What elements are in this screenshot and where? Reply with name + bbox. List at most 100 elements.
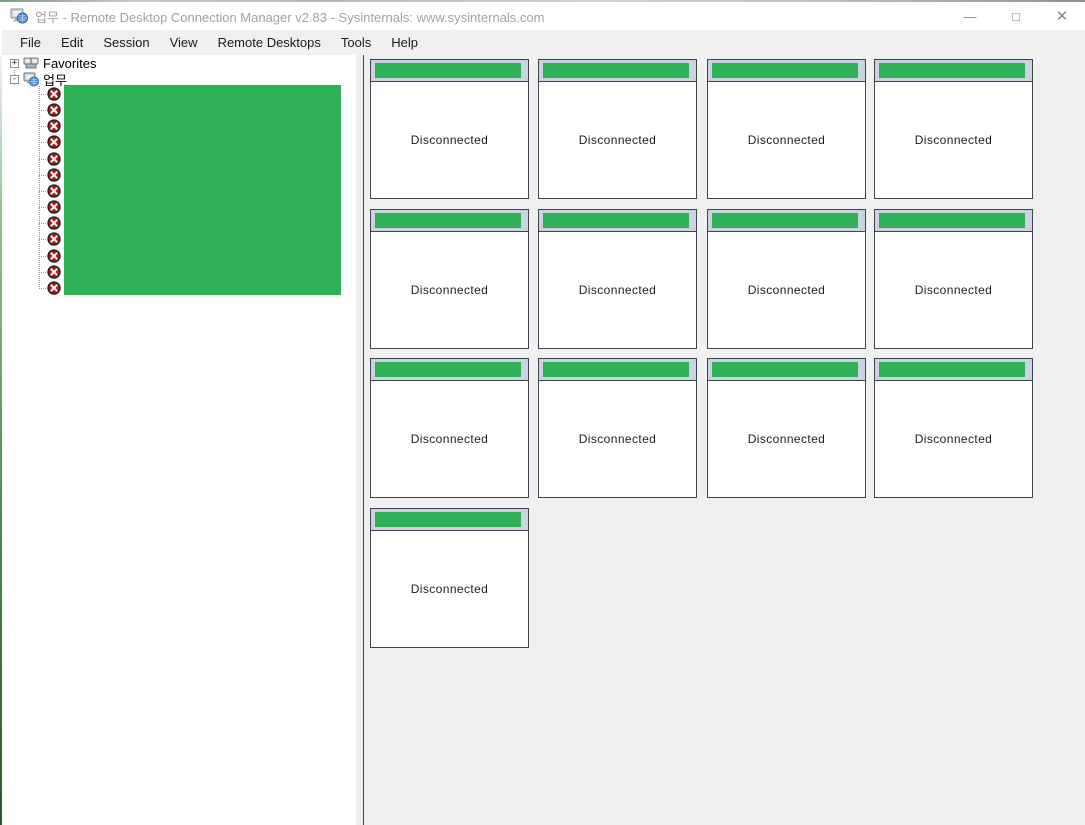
thumbnail-titlebar	[371, 509, 528, 531]
disconnected-x-icon	[47, 281, 61, 295]
redacted-server-title	[879, 63, 1025, 78]
server-thumbnail[interactable]: Disconnected	[874, 59, 1033, 199]
tree-connector	[39, 239, 47, 240]
redacted-server-title	[543, 362, 689, 377]
favorites-group-icon	[23, 56, 39, 71]
tree-connector	[39, 175, 47, 176]
menubar: File Edit Session View Remote Desktops Tools H…	[2, 30, 1085, 55]
thumbnail-body: Disconnected	[371, 381, 528, 497]
server-thumbnail[interactable]: Disconnected	[370, 508, 529, 648]
connection-status-label: Disconnected	[410, 582, 489, 596]
disconnected-x-icon	[47, 200, 61, 214]
thumbnail-body: Disconnected	[371, 232, 528, 348]
disconnected-x-icon	[47, 265, 61, 279]
connection-status-label: Disconnected	[410, 283, 489, 297]
menu-edit[interactable]: Edit	[51, 32, 93, 53]
content-area: + Favorites - 업무 Disconnected Disconnect…	[0, 55, 1085, 825]
server-group-icon	[23, 72, 39, 87]
tree-label-favorites: Favorites	[43, 55, 97, 71]
menu-tools[interactable]: Tools	[331, 32, 381, 53]
server-tree-panel: + Favorites - 업무	[2, 55, 356, 825]
server-thumbnail[interactable]: Disconnected	[370, 209, 529, 349]
tree-connector	[39, 159, 47, 160]
menu-view[interactable]: View	[160, 32, 208, 53]
tree-connector	[39, 126, 47, 127]
redacted-server-title	[543, 63, 689, 78]
thumbnail-body: Disconnected	[539, 381, 696, 497]
minimize-button[interactable]: —	[947, 2, 993, 30]
connection-status-label: Disconnected	[578, 283, 657, 297]
redacted-server-title	[375, 362, 521, 377]
thumbnail-titlebar	[875, 359, 1032, 381]
thumbnail-body: Disconnected	[708, 82, 865, 198]
menu-session[interactable]: Session	[93, 32, 159, 53]
server-thumbnail[interactable]: Disconnected	[707, 209, 866, 349]
redacted-server-names	[64, 85, 341, 295]
tree-connector	[39, 272, 47, 273]
connection-status-label: Disconnected	[578, 133, 657, 147]
redacted-server-title	[375, 213, 521, 228]
disconnected-x-icon	[47, 168, 61, 182]
maximize-button[interactable]: □	[993, 2, 1039, 30]
splitter[interactable]	[356, 55, 363, 825]
thumbnail-body: Disconnected	[875, 82, 1032, 198]
app-icon	[10, 8, 28, 24]
thumbnail-titlebar	[371, 210, 528, 232]
disconnected-x-icon	[47, 103, 61, 117]
thumbnail-titlebar	[708, 60, 865, 82]
tree-item-group[interactable]: - 업무	[10, 71, 67, 88]
disconnected-x-icon	[47, 184, 61, 198]
tree-connector	[39, 94, 47, 95]
thumbnail-titlebar	[371, 60, 528, 82]
tree-connector	[39, 288, 47, 289]
disconnected-x-icon	[47, 152, 61, 166]
server-thumbnail[interactable]: Disconnected	[538, 59, 697, 199]
server-thumbnail[interactable]: Disconnected	[370, 59, 529, 199]
thumbnail-body: Disconnected	[708, 381, 865, 497]
menu-file[interactable]: File	[10, 32, 51, 53]
thumbnail-titlebar	[708, 359, 865, 381]
tree-connector	[39, 142, 47, 143]
collapse-icon[interactable]: -	[10, 74, 19, 84]
titlebar: 업무 - Remote Desktop Connection Manager v…	[2, 2, 1085, 30]
redacted-server-title	[879, 213, 1025, 228]
window-title: 업무 - Remote Desktop Connection Manager v…	[35, 9, 545, 25]
thumbnail-body: Disconnected	[371, 82, 528, 198]
connection-status-label: Disconnected	[914, 432, 993, 446]
thumbnail-titlebar	[539, 210, 696, 232]
thumbnail-body: Disconnected	[371, 531, 528, 647]
server-thumbnail[interactable]: Disconnected	[538, 358, 697, 498]
thumbnail-titlebar	[539, 60, 696, 82]
connection-status-label: Disconnected	[410, 432, 489, 446]
redacted-server-title	[375, 512, 521, 527]
tree-connector	[39, 191, 47, 192]
thumbnail-body: Disconnected	[539, 82, 696, 198]
disconnected-x-icon	[47, 135, 61, 149]
server-thumbnail[interactable]: Disconnected	[370, 358, 529, 498]
menu-help[interactable]: Help	[381, 32, 428, 53]
disconnected-x-icon	[47, 216, 61, 230]
thumbnail-body: Disconnected	[875, 232, 1032, 348]
server-thumbnail[interactable]: Disconnected	[538, 209, 697, 349]
menu-remote-desktops[interactable]: Remote Desktops	[208, 32, 331, 53]
server-thumbnail[interactable]: Disconnected	[874, 209, 1033, 349]
server-thumbnail[interactable]: Disconnected	[707, 358, 866, 498]
tree-connector	[39, 223, 47, 224]
expand-icon[interactable]: +	[10, 58, 19, 68]
connection-status-label: Disconnected	[410, 133, 489, 147]
thumbnail-titlebar	[708, 210, 865, 232]
connection-status-label: Disconnected	[747, 133, 826, 147]
disconnected-x-icon	[47, 232, 61, 246]
connection-status-label: Disconnected	[914, 133, 993, 147]
server-thumbnail[interactable]: Disconnected	[874, 358, 1033, 498]
server-thumbnail[interactable]: Disconnected	[707, 59, 866, 199]
tree-connector	[39, 86, 40, 289]
tree-connector	[39, 256, 47, 257]
tree-connector	[39, 110, 47, 111]
disconnected-x-icon	[47, 249, 61, 263]
connection-status-label: Disconnected	[747, 283, 826, 297]
close-button[interactable]: ✕	[1039, 2, 1085, 30]
redacted-server-title	[712, 213, 858, 228]
redacted-server-title	[712, 362, 858, 377]
thumbnail-titlebar	[875, 210, 1032, 232]
